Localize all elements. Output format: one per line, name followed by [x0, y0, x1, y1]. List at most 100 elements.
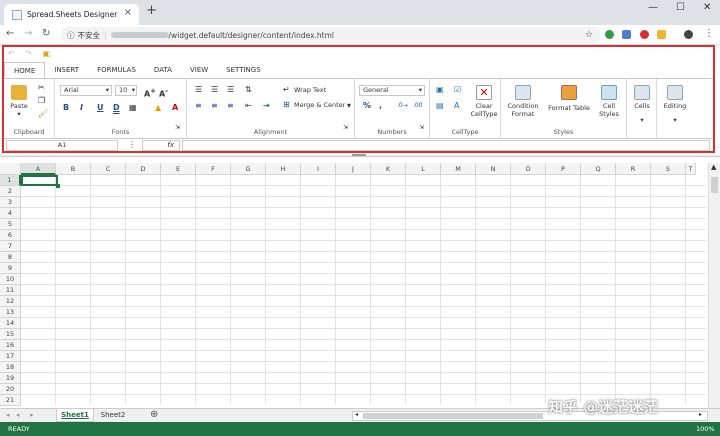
tab-home[interactable]: HOME — [4, 62, 46, 78]
row-header[interactable]: 4 — [0, 208, 21, 219]
undo-icon[interactable]: ↶ — [8, 49, 15, 58]
new-tab-button[interactable]: + — [146, 3, 157, 18]
formula-options-icon[interactable]: ⋮ — [128, 140, 136, 149]
forward-icon[interactable]: → — [24, 28, 32, 39]
conditional-format-button[interactable]: Condition Format — [503, 85, 543, 118]
italic-button[interactable]: I — [80, 103, 83, 113]
column-header[interactable]: C — [91, 163, 126, 175]
bold-button[interactable]: B — [63, 103, 69, 113]
tab-insert[interactable]: INSERT — [45, 62, 88, 78]
decrease-indent-icon[interactable]: ⇤ — [245, 101, 252, 111]
copy-icon[interactable]: ❐ — [38, 96, 45, 106]
clear-celltype-button[interactable]: ✕ Clear CellType — [470, 85, 498, 118]
row-header[interactable]: 17 — [0, 351, 21, 362]
double-underline-button[interactable]: D — [113, 103, 120, 113]
percent-button[interactable]: % — [363, 101, 371, 111]
column-header[interactable]: N — [476, 163, 511, 175]
merge-center-button[interactable]: Merge & Center — [294, 101, 345, 109]
row-header[interactable]: 18 — [0, 362, 21, 373]
decrease-decimal-icon[interactable]: .00 — [413, 101, 423, 111]
editing-group-button[interactable]: Editing ▾ — [657, 79, 693, 139]
spreadsheet-grid[interactable]: ABCDEFGHIJKLMNOPQRST 1 2 3 4 5 6 7 8 9 10 11 12 13 14… — [0, 157, 720, 412]
maximize-icon[interactable]: ☐ — [676, 2, 685, 13]
row-header[interactable]: 10 — [0, 274, 21, 285]
select-all-corner[interactable] — [0, 163, 21, 175]
number-format-select[interactable]: General ▾ — [359, 85, 425, 96]
button-celltype-icon[interactable]: ▣ — [436, 85, 444, 95]
row-header[interactable]: 20 — [0, 384, 21, 395]
redo-icon[interactable]: ↷ — [25, 49, 32, 58]
align-middle-icon[interactable]: ☰ — [211, 85, 218, 95]
minimize-icon[interactable]: — — [648, 2, 658, 13]
column-header[interactable]: J — [336, 163, 371, 175]
column-header[interactable]: P — [546, 163, 581, 175]
add-sheet-icon[interactable]: ⊕ — [150, 409, 158, 420]
column-header[interactable]: Q — [581, 163, 616, 175]
zoom-level[interactable]: 100% — [696, 422, 715, 436]
font-color-icon[interactable]: A — [172, 103, 178, 113]
row-header[interactable]: 12 — [0, 296, 21, 307]
evernote-extension-icon[interactable] — [605, 30, 614, 39]
window-close-icon[interactable]: ✕ — [703, 2, 711, 13]
increase-font-icon[interactable]: A+ — [144, 86, 156, 100]
scroll-right-icon[interactable]: ▸ — [699, 411, 702, 418]
format-table-button[interactable]: Format Table — [547, 85, 591, 112]
column-header[interactable]: D — [126, 163, 161, 175]
translate-extension-icon[interactable] — [622, 30, 631, 39]
comma-button[interactable]: , — [379, 101, 382, 111]
insert-function-button[interactable]: fx — [142, 140, 180, 151]
name-box[interactable]: A1 — [6, 140, 118, 151]
row-header[interactable]: 2 — [0, 186, 21, 197]
vertical-scroll-thumb[interactable] — [711, 177, 718, 193]
increase-decimal-icon[interactable]: .0→ — [397, 101, 408, 111]
row-header[interactable]: 9 — [0, 263, 21, 274]
row-header[interactable]: 5 — [0, 219, 21, 230]
align-top-icon[interactable]: ☰ — [195, 85, 202, 95]
font-family-select[interactable]: Arial ▾ — [60, 85, 112, 96]
fill-color-icon[interactable]: ▲ — [155, 103, 161, 113]
decrease-font-icon[interactable]: A- — [159, 86, 168, 100]
info-icon[interactable]: ⓘ — [67, 30, 75, 41]
align-bottom-icon[interactable]: ☰ — [227, 85, 234, 95]
row-header[interactable]: 13 — [0, 307, 21, 318]
align-right-icon[interactable]: ≡ — [227, 101, 234, 111]
profile-avatar[interactable] — [684, 30, 693, 39]
align-left-icon[interactable]: ≡ — [195, 101, 202, 111]
sheet-tab-sheet1[interactable]: Sheet1 — [56, 409, 94, 422]
cut-icon[interactable]: ✂ — [38, 83, 45, 93]
column-header[interactable]: K — [371, 163, 406, 175]
horizontal-scroll-thumb[interactable] — [363, 413, 543, 419]
column-header[interactable]: S — [651, 163, 686, 175]
column-header[interactable]: T — [686, 163, 696, 175]
combobox-celltype-icon[interactable]: ▤ — [436, 101, 444, 111]
scroll-up-icon[interactable]: ▲ — [711, 163, 716, 171]
column-header[interactable]: E — [161, 163, 196, 175]
column-header[interactable]: B — [56, 163, 91, 175]
scroll-left-icon[interactable]: ◂ — [355, 411, 358, 418]
column-header[interactable]: L — [406, 163, 441, 175]
new-document-icon[interactable]: ▣ — [43, 49, 51, 58]
row-header[interactable]: 21 — [0, 395, 21, 406]
row-header[interactable]: 15 — [0, 329, 21, 340]
back-icon[interactable]: ← — [6, 28, 14, 39]
row-header[interactable]: 6 — [0, 230, 21, 241]
merge-dropdown-icon[interactable]: ▾ — [347, 101, 351, 111]
wrap-text-button[interactable]: Wrap Text — [294, 86, 326, 94]
column-header[interactable]: F — [196, 163, 231, 175]
border-icon[interactable]: ▦ — [129, 103, 137, 113]
active-cell-a1[interactable] — [21, 175, 58, 186]
column-header[interactable]: O — [511, 163, 546, 175]
column-header[interactable]: H — [266, 163, 301, 175]
font-size-select[interactable]: 10 ▾ — [115, 85, 137, 96]
browser-tab[interactable]: Spread.Sheets Designer × — [4, 4, 139, 25]
formula-input[interactable] — [182, 140, 710, 151]
paste-dropdown-icon[interactable]: ▾ — [8, 110, 30, 118]
close-tab-icon[interactable]: × — [124, 7, 132, 18]
paste-button[interactable]: Paste ▾ — [8, 85, 30, 118]
row-header[interactable]: 3 — [0, 197, 21, 208]
row-header[interactable]: 7 — [0, 241, 21, 252]
increase-indent-icon[interactable]: ⇥ — [263, 101, 270, 111]
column-header[interactable]: R — [616, 163, 651, 175]
column-header[interactable]: I — [301, 163, 336, 175]
column-header[interactable]: A — [21, 163, 56, 175]
